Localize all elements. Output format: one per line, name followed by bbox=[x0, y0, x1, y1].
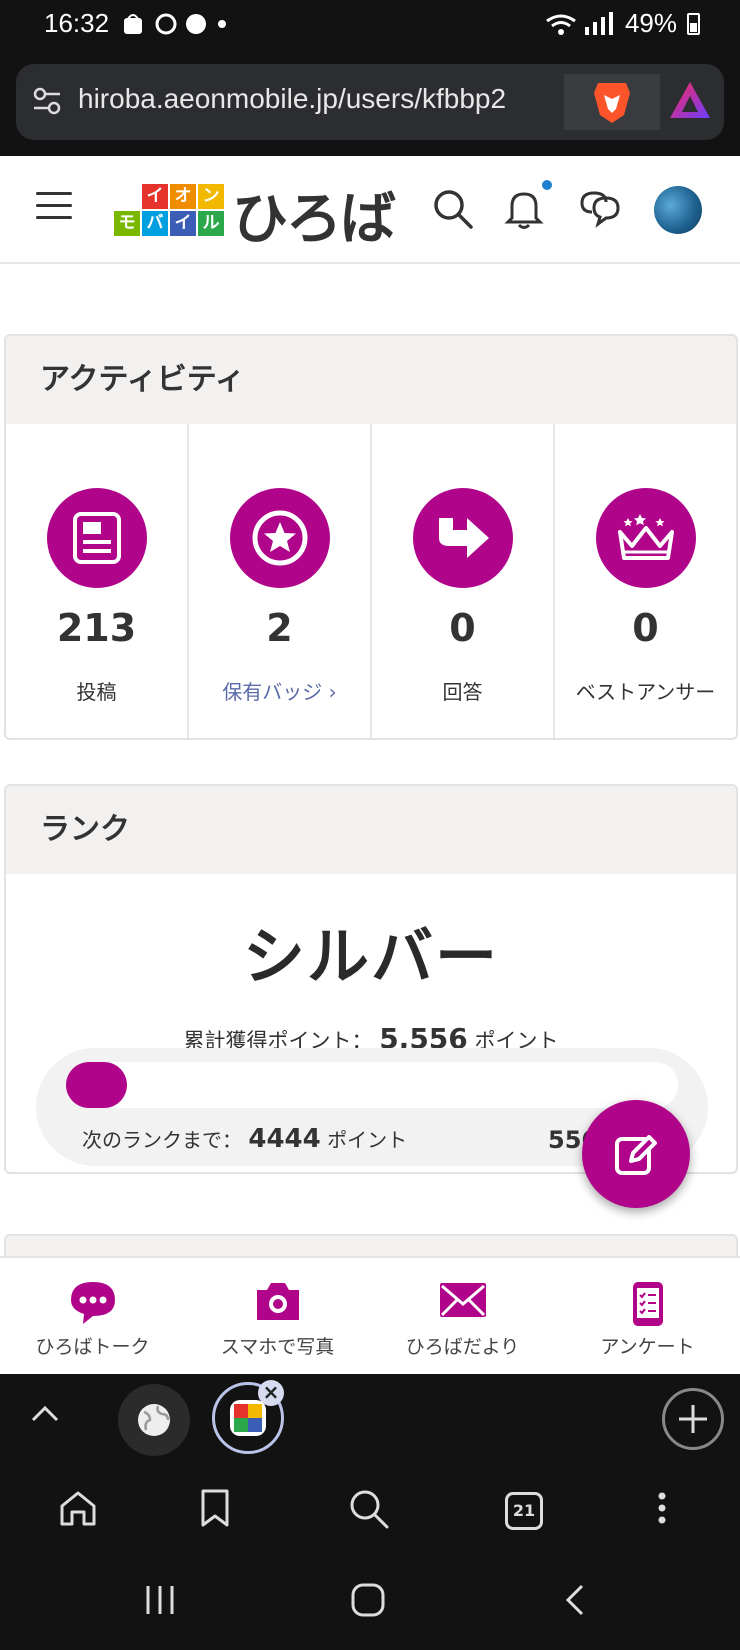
new-tab-button[interactable] bbox=[662, 1388, 724, 1450]
url-text[interactable]: hiroba.aeonmobile.jp/users/kfbbp2 bbox=[78, 83, 566, 115]
browser-tab-strip: × bbox=[0, 1374, 740, 1468]
answer-arrow-icon bbox=[412, 488, 513, 588]
rank-title: シルバー bbox=[242, 920, 499, 993]
user-avatar[interactable] bbox=[654, 186, 702, 234]
logo-block: イ bbox=[170, 211, 196, 236]
status-bar: 16:32 49% bbox=[0, 0, 740, 52]
brave-lion-icon bbox=[594, 83, 630, 123]
site-header: イ オ ン モ バ イ ル ひろば bbox=[0, 156, 740, 264]
clock: 16:32 bbox=[44, 8, 110, 38]
next-rank-unit: ポイント bbox=[327, 1128, 408, 1152]
progress-fill bbox=[66, 1062, 128, 1108]
best-answers-count: 0 bbox=[632, 606, 659, 650]
brave-rewards-icon[interactable] bbox=[668, 80, 712, 124]
activity-heading: アクティビティ bbox=[6, 336, 736, 424]
browser-url-area: hiroba.aeonmobile.jp/users/kfbbp2 bbox=[0, 52, 740, 156]
chat-icon[interactable] bbox=[578, 188, 622, 234]
logo-block: オ bbox=[170, 184, 196, 209]
wifi-signal-icon bbox=[546, 11, 613, 35]
battery-icon bbox=[687, 12, 700, 35]
activity-card: アクティビティ 213 投稿 2 保有バッジ › 0 回答 0 ベストアンサー bbox=[4, 334, 738, 740]
next-rank-label: 次のランクまで： bbox=[82, 1128, 242, 1152]
stat-best-answers[interactable]: 0 ベストアンサー bbox=[555, 424, 736, 738]
badge-star-icon bbox=[229, 488, 330, 588]
nav-label: スマホで写真 bbox=[220, 1336, 335, 1358]
rank-heading: ランク bbox=[6, 786, 736, 874]
logo-block: ン bbox=[198, 184, 224, 209]
nav-label: アンケート bbox=[600, 1336, 695, 1358]
stat-posts[interactable]: 213 投稿 bbox=[6, 424, 189, 738]
stat-answers[interactable]: 0 回答 bbox=[372, 424, 555, 738]
system-home-icon[interactable] bbox=[350, 1582, 386, 1622]
brave-shields-button[interactable] bbox=[564, 74, 660, 130]
survey-phone-icon bbox=[631, 1280, 665, 1332]
tab-count-button[interactable]: 21 bbox=[505, 1492, 543, 1530]
activity-stats: 213 投稿 2 保有バッジ › 0 回答 0 ベストアンサー bbox=[6, 424, 736, 738]
stat-badges[interactable]: 2 保有バッジ › bbox=[189, 424, 372, 738]
answers-count: 0 bbox=[449, 606, 476, 650]
nav-survey[interactable]: アンケート bbox=[555, 1258, 740, 1374]
site-bottom-nav: ひろばトーク スマホで写真 ひろばだより アンケート bbox=[0, 1256, 740, 1374]
notification-icons-svg bbox=[124, 13, 226, 35]
battery-percent: 49% bbox=[624, 8, 677, 38]
posts-icon bbox=[46, 488, 147, 588]
posts-label: 投稿 bbox=[76, 680, 117, 704]
logo-block: ル bbox=[198, 211, 224, 236]
recent-apps-icon[interactable] bbox=[142, 1582, 178, 1622]
back-icon[interactable] bbox=[562, 1582, 588, 1622]
close-tab-icon[interactable]: × bbox=[258, 1380, 284, 1406]
bell-icon[interactable] bbox=[504, 188, 544, 234]
hiroba-logo-text[interactable]: ひろば bbox=[232, 174, 396, 255]
next-rank-value: 4444 bbox=[248, 1124, 321, 1154]
edit-icon bbox=[615, 1135, 657, 1175]
site-settings-icon[interactable] bbox=[32, 86, 62, 120]
status-right: 49% bbox=[545, 8, 700, 39]
speech-bubble-icon bbox=[69, 1280, 117, 1328]
nav-hiroba-news[interactable]: ひろばだより bbox=[370, 1258, 555, 1374]
notification-dot bbox=[540, 178, 554, 192]
tab-globe[interactable] bbox=[118, 1384, 190, 1456]
url-bar[interactable]: hiroba.aeonmobile.jp/users/kfbbp2 bbox=[16, 64, 724, 140]
nav-smartphone-photo[interactable]: スマホで写真 bbox=[185, 1258, 370, 1374]
progress-track bbox=[66, 1062, 678, 1108]
logo-block: モ bbox=[114, 211, 140, 236]
logo-block: イ bbox=[142, 184, 168, 209]
collapse-chevron-icon[interactable] bbox=[30, 1404, 60, 1428]
browser-search-icon[interactable] bbox=[348, 1488, 390, 1534]
best-answers-label: ベストアンサー bbox=[575, 680, 716, 704]
search-icon[interactable] bbox=[432, 188, 474, 234]
aeon-mobile-logo[interactable]: イ オ ン モ バ イ ル bbox=[112, 184, 224, 238]
plus-icon bbox=[679, 1405, 707, 1433]
notification-icons bbox=[122, 10, 242, 44]
next-rank: 次のランクまで： 4444 ポイント bbox=[82, 1124, 407, 1154]
more-menu-icon[interactable] bbox=[652, 1488, 672, 1532]
globe-icon bbox=[138, 1404, 170, 1436]
system-navigation bbox=[0, 1558, 740, 1650]
bookmark-icon[interactable] bbox=[198, 1488, 232, 1532]
compose-button[interactable] bbox=[582, 1100, 690, 1208]
nav-label: ひろばだより bbox=[405, 1336, 520, 1358]
browser-toolbar: 21 bbox=[0, 1468, 740, 1558]
menu-icon[interactable] bbox=[36, 192, 72, 222]
answers-label: 回答 bbox=[442, 680, 483, 704]
mail-icon bbox=[438, 1280, 488, 1324]
logo-block: バ bbox=[142, 211, 168, 236]
nav-hiroba-talk[interactable]: ひろばトーク bbox=[0, 1258, 185, 1374]
home-icon[interactable] bbox=[58, 1488, 98, 1532]
camera-icon bbox=[253, 1280, 303, 1326]
posts-count: 213 bbox=[56, 606, 137, 650]
badges-count: 2 bbox=[266, 606, 293, 650]
badges-link[interactable]: 保有バッジ › bbox=[189, 676, 370, 705]
crown-icon bbox=[595, 488, 696, 588]
nav-label: ひろばトーク bbox=[35, 1336, 150, 1358]
